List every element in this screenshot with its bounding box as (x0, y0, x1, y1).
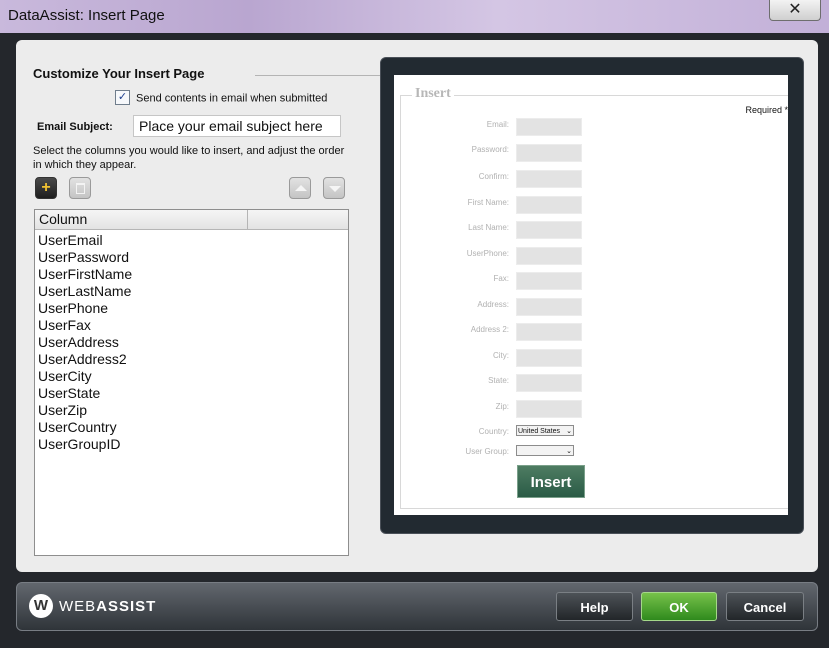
plus-icon: + (41, 179, 51, 196)
list-item[interactable]: UserCity (38, 368, 348, 385)
cancel-button[interactable]: Cancel (726, 592, 804, 621)
field-input[interactable] (516, 272, 582, 290)
usergroup-select[interactable]: ⌄ (516, 445, 574, 456)
usergroup-label: User Group: (465, 447, 509, 456)
field-label: City: (493, 351, 509, 360)
list-item[interactable]: UserFirstName (38, 266, 348, 283)
field-label: Address: (477, 300, 509, 309)
country-select-value: United States (518, 428, 561, 435)
list-item[interactable]: UserAddress (38, 334, 348, 351)
column-list[interactable]: Column UserEmail UserPassword UserFirstN… (34, 209, 349, 556)
move-down-button[interactable] (323, 177, 345, 199)
column-list-items: UserEmail UserPassword UserFirstName Use… (35, 230, 348, 453)
field-label: Confirm: (478, 172, 509, 181)
field-input[interactable] (516, 349, 582, 367)
move-up-button[interactable] (289, 177, 311, 199)
email-checkbox-row: ✓ Send contents in email when submitted (115, 90, 328, 106)
email-subject-input[interactable]: Place your email subject here (133, 115, 341, 137)
list-item[interactable]: UserPhone (38, 300, 348, 317)
required-note: Required * (745, 105, 788, 115)
close-icon: ✕ (788, 1, 802, 18)
country-select[interactable]: United States ⌄ (516, 425, 574, 436)
close-button[interactable]: ✕ (769, 0, 821, 21)
field-input[interactable] (516, 323, 582, 341)
list-item[interactable]: UserFax (38, 317, 348, 334)
field-label: First Name: (467, 198, 509, 207)
list-item[interactable]: UserGroupID (38, 436, 348, 453)
column-header[interactable]: Column (35, 210, 248, 229)
field-input[interactable] (516, 144, 582, 162)
column-list-header: Column (35, 210, 348, 230)
arrow-down-icon (329, 186, 341, 192)
list-item[interactable]: UserEmail (38, 232, 348, 249)
delete-column-button[interactable] (69, 177, 91, 199)
heading-divider (255, 75, 391, 76)
field-input[interactable] (516, 400, 582, 418)
field-input[interactable] (516, 298, 582, 316)
email-checkbox[interactable]: ✓ (115, 90, 130, 105)
list-item[interactable]: UserState (38, 385, 348, 402)
field-label: Last Name: (468, 223, 509, 232)
main-panel: Customize Your Insert Page ✓ Send content… (16, 40, 818, 572)
field-label: Address 2: (470, 325, 509, 334)
list-item[interactable]: UserCountry (38, 419, 348, 436)
field-label: UserPhone: (466, 249, 509, 258)
form-legend: Insert (412, 86, 454, 102)
insert-form-preview: Insert Required * Email: Password: Confi… (394, 75, 788, 515)
list-item[interactable]: UserAddress2 (38, 351, 348, 368)
webassist-logo: WEBASSIST (59, 598, 156, 615)
window-title: DataAssist: Insert Page (8, 7, 165, 24)
insert-button[interactable]: Insert (517, 465, 585, 498)
ok-button[interactable]: OK (641, 592, 717, 621)
list-item[interactable]: UserLastName (38, 283, 348, 300)
field-label: Password: (471, 145, 509, 154)
field-input[interactable] (516, 247, 582, 265)
preview-frame: Insert Required * Email: Password: Confi… (380, 57, 804, 534)
add-column-button[interactable]: + (35, 177, 57, 199)
chevron-down-icon: ⌄ (566, 428, 572, 435)
webassist-logo-icon: W (29, 594, 53, 618)
field-input[interactable] (516, 221, 582, 239)
list-item[interactable]: UserZip (38, 402, 348, 419)
trash-icon (76, 183, 85, 194)
email-subject-label: Email Subject: (37, 121, 113, 133)
help-button[interactable]: Help (556, 592, 633, 621)
field-label: Zip: (495, 402, 509, 411)
footer-bar: W WEBASSIST Help OK Cancel (16, 582, 818, 631)
field-label: State: (488, 376, 509, 385)
field-label: Email: (486, 120, 509, 129)
instructions-text: Select the columns you would like to ins… (33, 145, 345, 171)
list-item[interactable]: UserPassword (38, 249, 348, 266)
logo-text-light: WEB (59, 598, 97, 615)
field-label: Fax: (493, 274, 509, 283)
country-label: Country: (478, 427, 509, 436)
section-heading: Customize Your Insert Page (33, 66, 205, 81)
logo-text-bold: ASSIST (96, 598, 157, 615)
chevron-down-icon: ⌄ (566, 448, 572, 455)
field-input[interactable] (516, 170, 582, 188)
field-input[interactable] (516, 196, 582, 214)
arrow-up-icon (295, 185, 307, 191)
title-bar: DataAssist: Insert Page ✕ (0, 0, 829, 33)
email-checkbox-label: Send contents in email when submitted (136, 92, 328, 105)
field-input[interactable] (516, 118, 582, 136)
field-input[interactable] (516, 374, 582, 392)
